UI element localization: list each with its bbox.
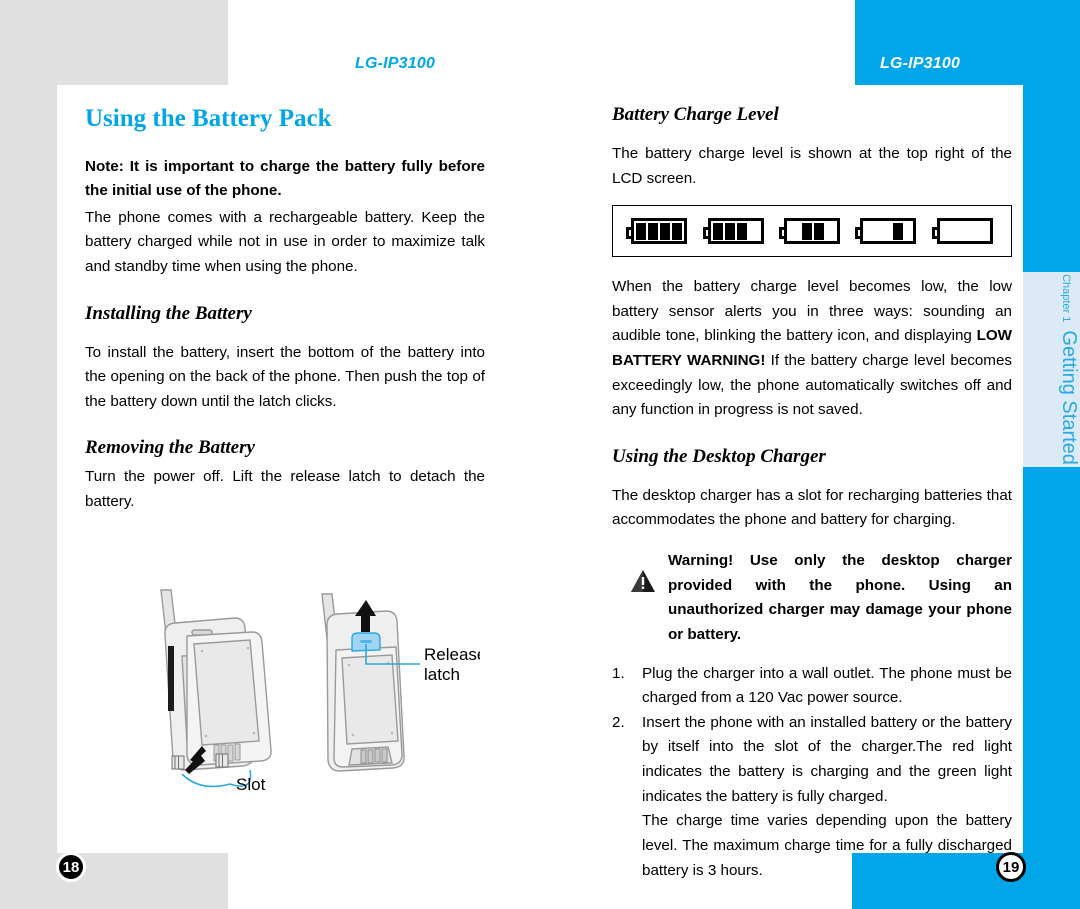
removing-battery-paragraph: Turn the power off. Lift the release lat…: [85, 468, 485, 510]
page-title: Using the Battery Pack: [85, 105, 332, 132]
page-number-right: 19: [996, 852, 1026, 882]
gray-bottom-block: [0, 853, 228, 909]
left-page-column: Using the Battery Pack Note: It is impor…: [85, 105, 485, 529]
model-name-left: LG-IP3100: [355, 55, 436, 72]
model-name-right: LG-IP3100: [880, 55, 961, 72]
battery-3-bars-icon: [702, 218, 764, 245]
removing-battery-heading: Removing the Battery: [85, 437, 255, 459]
charging-step-2: Insert the phone with an installed batte…: [612, 711, 1012, 805]
battery-charge-level-paragraph: The battery charge level is shown at the…: [612, 144, 1012, 187]
cyan-right-strip-lower: [1023, 467, 1080, 853]
chapter-title-label: Getting Started: [1058, 330, 1080, 465]
warning-triangle-icon: [631, 570, 655, 593]
page-number-left: 18: [56, 852, 86, 882]
desktop-charger-paragraph: The desktop charger has a slot for recha…: [612, 486, 1012, 529]
charging-step-1: Plug the charger into a wall outlet. The…: [612, 662, 1012, 707]
chapter-number-label: Chapter 1: [1060, 274, 1072, 323]
low-battery-paragraph: When the battery charge level becomes lo…: [612, 275, 1012, 423]
gray-top-bar: [0, 0, 228, 85]
release-latch-label-line1: Release: [424, 645, 480, 664]
desktop-charger-heading: Using the Desktop Charger: [612, 445, 826, 467]
gray-left-strip: [0, 85, 57, 853]
battery-charge-level-heading: Battery Charge Level: [612, 104, 779, 125]
note-paragraph: Note: It is important to charge the batt…: [85, 157, 485, 200]
intro-paragraph: The phone comes with a rechargeable batt…: [85, 208, 485, 275]
low-battery-text-part1: When the battery charge level becomes lo…: [612, 278, 1012, 345]
right-page-column: Battery Charge Level The battery charge …: [612, 104, 1012, 883]
battery-2-bars-icon: [778, 218, 840, 245]
battery-empty-icon: [931, 218, 993, 245]
charging-step-continuation: The charge time varies depending upon th…: [642, 812, 1012, 879]
cyan-right-strip-upper: [1023, 85, 1080, 272]
battery-level-icons-row: [612, 205, 1012, 258]
manual-page-spread: LG-IP3100 LG-IP3100 Chapter 1 Getting St…: [0, 0, 1080, 909]
warning-block: Warning! Use only the desktop charger pr…: [612, 549, 1012, 648]
installing-battery-paragraph: To install the battery, insert the botto…: [85, 343, 485, 410]
battery-installation-illustration: Slot Releas latch: [160, 589, 480, 794]
slot-label: Slot: [236, 775, 266, 794]
chapter-sidebar-label: Chapter 1 Getting Started: [1023, 272, 1080, 467]
battery-pack-figure: [186, 631, 272, 766]
battery-1-bar-icon: [855, 218, 917, 245]
release-latch-label-line2: latch: [424, 665, 460, 684]
charging-steps-list: Plug the charger into a wall outlet. The…: [612, 662, 1012, 810]
battery-full-4-bars-icon: [626, 218, 688, 245]
warning-text: Warning! Use only the desktop charger pr…: [668, 552, 1012, 643]
installing-battery-heading: Installing the Battery: [85, 302, 252, 324]
